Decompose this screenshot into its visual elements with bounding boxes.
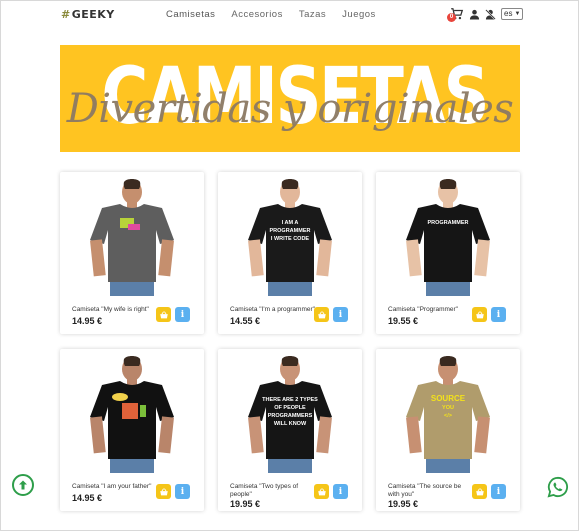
product-info-button[interactable]: i <box>333 307 348 322</box>
cart-count-badge: 0 <box>447 13 456 22</box>
product-image: PROGRAMMER <box>406 179 490 296</box>
basket-icon <box>317 310 326 318</box>
shirt-print-text: PROGRAMMERS <box>268 413 313 419</box>
info-icon: i <box>180 309 185 320</box>
site-logo[interactable]: #GEEKY <box>61 8 115 21</box>
basket-icon <box>159 487 168 495</box>
basket-icon <box>475 310 484 318</box>
site-header: #GEEKY Camisetas Accesorios Tazas Juegos… <box>1 1 579 31</box>
product-image-wrap[interactable]: PROGRAMMER <box>388 178 508 296</box>
basket-icon <box>475 487 484 495</box>
product-price: 19.55 € <box>388 316 419 326</box>
product-card[interactable]: Camiseta "My wife is right" 14.95 € i <box>60 172 204 334</box>
shirt-print-text: PROGRAMMER <box>270 228 311 234</box>
product-name[interactable]: Camiseta "I'm a programmer" <box>230 306 316 314</box>
add-to-cart-button[interactable] <box>314 307 329 322</box>
product-price: 14.95 € <box>72 316 103 326</box>
account-button[interactable] <box>469 9 480 20</box>
cart-button[interactable]: 0 <box>447 7 464 22</box>
product-card[interactable]: I AM A PROGRAMMER I WRITE CODE Camiseta "I… <box>218 172 362 334</box>
language-select[interactable]: es ▼ <box>501 8 524 20</box>
add-to-cart-button[interactable] <box>156 307 171 322</box>
hero-banner: CAMISETAS Divertidas y originales <box>60 45 520 152</box>
product-image: I AM A PROGRAMMER I WRITE CODE <box>248 179 332 296</box>
logout-button[interactable] <box>485 8 496 20</box>
shirt-print-shape <box>122 403 138 419</box>
info-icon: i <box>338 309 343 320</box>
product-price: 19.95 € <box>388 499 419 509</box>
main-nav: Camisetas Accesorios Tazas Juegos <box>166 9 392 20</box>
product-card[interactable]: THERE ARE 2 TYPES OF PEOPLE PROGRAMMERS WIL… <box>218 349 362 511</box>
product-name[interactable]: Camiseta "Two types of people" <box>230 483 316 499</box>
product-info-button[interactable]: i <box>175 484 190 499</box>
product-image <box>90 179 174 296</box>
info-icon: i <box>496 486 501 497</box>
back-to-top-button[interactable] <box>12 474 34 496</box>
basket-icon <box>159 310 168 318</box>
product-name[interactable]: Camiseta "I am your father" <box>72 483 158 491</box>
add-to-cart-button[interactable] <box>156 484 171 499</box>
nav-camisetas[interactable]: Camisetas <box>166 9 215 20</box>
product-info-button[interactable]: i <box>491 307 506 322</box>
shirt-print-text: PROGRAMMER <box>428 220 469 226</box>
arrow-up-icon <box>19 480 27 490</box>
shirt-print-text: THERE ARE 2 TYPES <box>262 397 318 403</box>
product-name[interactable]: Camiseta "My wife is right" <box>72 306 158 314</box>
product-image-wrap[interactable]: SOURCE YOU </> <box>388 355 508 473</box>
product-card[interactable]: PROGRAMMER Camiseta "Programmer" 19.55 €… <box>376 172 520 334</box>
user-slash-icon <box>485 8 496 20</box>
add-to-cart-button[interactable] <box>472 307 487 322</box>
header-icons: 0 es ▼ <box>447 7 524 22</box>
product-image-wrap[interactable] <box>72 355 192 473</box>
product-info-button[interactable]: i <box>333 484 348 499</box>
shirt-print-text: I WRITE CODE <box>271 236 310 242</box>
shirt-print-text: WILL KNOW <box>274 421 307 427</box>
shirt-print-text: </> <box>444 413 452 419</box>
shirt-print-shape <box>112 393 128 401</box>
nav-tazas[interactable]: Tazas <box>299 9 326 20</box>
product-name[interactable]: Camiseta "Programmer" <box>388 306 474 314</box>
banner-subtitle: Divertidas y originales <box>66 86 514 132</box>
product-info-button[interactable]: i <box>175 307 190 322</box>
product-card[interactable]: Camiseta "I am your father" 14.95 € i <box>60 349 204 511</box>
product-name[interactable]: Camiseta "The source be with you" <box>388 483 474 499</box>
product-price: 14.55 € <box>230 316 261 326</box>
shirt-print-shape <box>140 405 146 417</box>
whatsapp-button[interactable] <box>547 476 569 498</box>
product-card[interactable]: SOURCE YOU </> Camiseta "The source be wit… <box>376 349 520 511</box>
add-to-cart-button[interactable] <box>472 484 487 499</box>
shirt-print: PROGRAMMER <box>428 220 469 226</box>
product-price: 14.95 € <box>72 493 103 503</box>
product-image <box>90 356 174 473</box>
nav-juegos[interactable]: Juegos <box>342 9 376 20</box>
basket-icon <box>317 487 326 495</box>
product-image-wrap[interactable]: THERE ARE 2 TYPES OF PEOPLE PROGRAMMERS WIL… <box>230 355 350 473</box>
product-image: SOURCE YOU </> <box>406 356 490 473</box>
nav-accesorios[interactable]: Accesorios <box>231 9 282 20</box>
shirt-print-text: OF PEOPLE <box>274 405 306 411</box>
product-price: 19.95 € <box>230 499 261 509</box>
shirt-print-shape <box>128 224 140 230</box>
product-image-wrap[interactable]: I AM A PROGRAMMER I WRITE CODE <box>230 178 350 296</box>
chevron-down-icon: ▼ <box>514 11 521 17</box>
shirt-print-text: I AM A <box>282 220 299 226</box>
shirt-print-text: YOU <box>442 405 454 411</box>
info-icon: i <box>180 486 185 497</box>
add-to-cart-button[interactable] <box>314 484 329 499</box>
product-image-wrap[interactable] <box>72 178 192 296</box>
info-icon: i <box>338 486 343 497</box>
info-icon: i <box>496 309 501 320</box>
product-info-button[interactable]: i <box>491 484 506 499</box>
user-icon <box>469 9 480 20</box>
whatsapp-icon <box>547 476 569 498</box>
product-image: THERE ARE 2 TYPES OF PEOPLE PROGRAMMERS WIL… <box>248 356 332 473</box>
shirt-print-text: SOURCE <box>431 394 466 403</box>
